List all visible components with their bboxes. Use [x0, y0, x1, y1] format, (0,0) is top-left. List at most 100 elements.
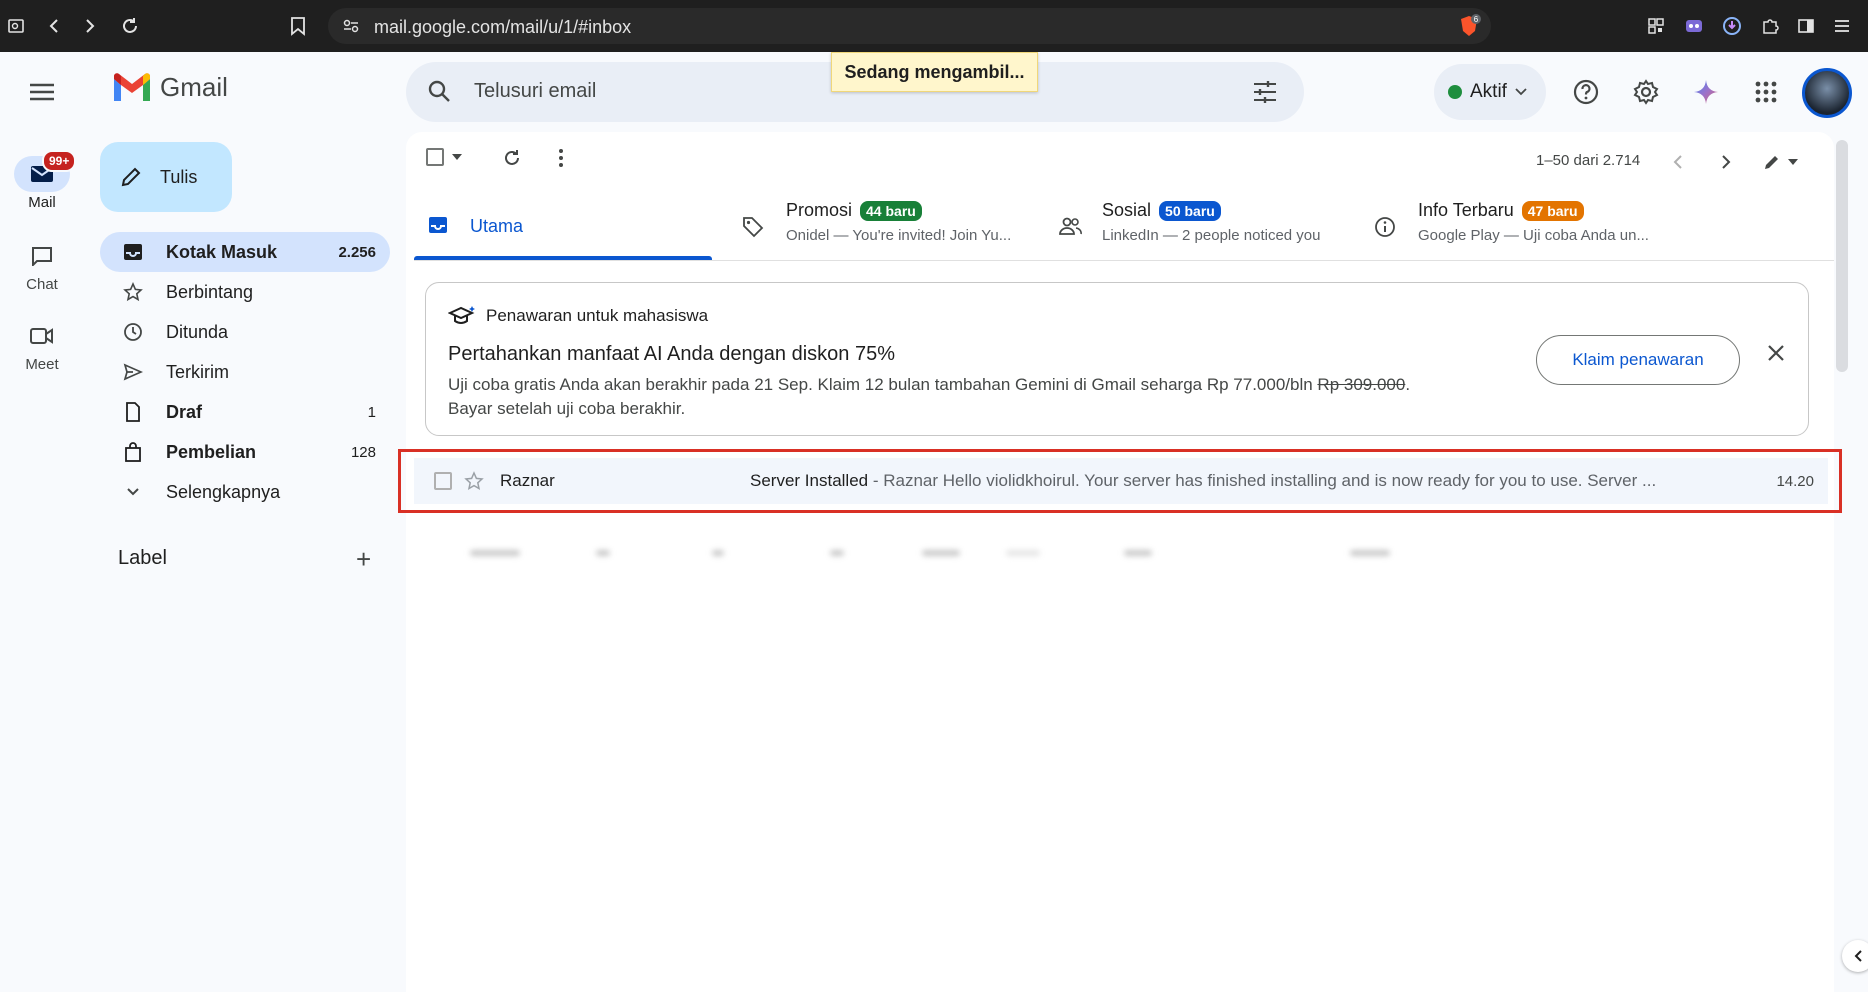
status-label: Aktif — [1470, 81, 1507, 102]
more-vert-icon[interactable] — [558, 148, 564, 168]
nav-drafts[interactable]: Draf 1 — [100, 392, 390, 432]
nav-sent-label: Terkirim — [166, 361, 229, 382]
tab-promotions-badge: 44 baru — [860, 200, 922, 221]
help-icon[interactable] — [1568, 74, 1604, 110]
loading-placeholder — [596, 550, 610, 556]
caret-down-icon — [452, 154, 462, 160]
promo-body-end: . — [1405, 375, 1411, 394]
browser-menu-icon[interactable] — [1826, 10, 1858, 42]
primary-tab-icon — [428, 216, 448, 239]
reload-icon[interactable] — [114, 10, 146, 42]
nav-more-label: Selengkapnya — [166, 481, 281, 502]
compose-button[interactable]: Tulis — [100, 142, 232, 212]
extension-icon[interactable] — [1678, 10, 1710, 42]
tab-social-label: Sosial — [1102, 200, 1152, 220]
search-icon[interactable] — [426, 78, 454, 106]
folder-nav: Kotak Masuk 2.256 Berbintang Ditunda Ter… — [100, 232, 390, 512]
tab-search-icon[interactable] — [0, 10, 32, 42]
scrollbar[interactable] — [1836, 140, 1848, 372]
chevron-down-icon — [1515, 88, 1527, 96]
brave-badge: 6 — [1474, 15, 1479, 24]
back-icon[interactable] — [38, 10, 70, 42]
nav-inbox-count: 2.256 — [338, 243, 376, 261]
tag-icon — [742, 216, 764, 243]
bookmark-icon[interactable] — [282, 10, 314, 42]
nav-purchases-count: 128 — [350, 443, 376, 461]
download-icon[interactable] — [1716, 10, 1748, 42]
loading-placeholder — [922, 550, 960, 556]
chevron-left-icon — [1854, 950, 1862, 962]
tab-primary-label: Utama — [470, 216, 524, 236]
gemini-icon[interactable] — [1688, 74, 1724, 110]
clock-icon — [122, 322, 144, 342]
rail-meet[interactable]: Meet — [12, 318, 72, 373]
people-icon — [1058, 216, 1082, 241]
forward-icon[interactable] — [74, 10, 106, 42]
claim-offer-button[interactable]: Klaim penawaran — [1536, 335, 1740, 385]
sidebar-icon[interactable] — [1790, 10, 1822, 42]
gmail-logo[interactable]: Gmail — [112, 72, 228, 103]
side-panel-toggle[interactable] — [1842, 940, 1868, 972]
tab-promotions-label: Promosi — [786, 200, 853, 220]
select-all-checkbox[interactable] — [426, 148, 462, 166]
add-label-icon[interactable]: + — [356, 544, 371, 575]
tab-social[interactable]: Sosial 50 baru LinkedIn — 2 people notice… — [1102, 200, 1321, 262]
tab-promotions-snippet: Onidel — You're invited! Join Yu... — [786, 227, 1012, 244]
loading-placeholder — [1006, 550, 1040, 556]
promo-title: Pertahankan manfaat AI Anda dengan disko… — [448, 343, 896, 365]
close-icon[interactable] — [1766, 343, 1786, 363]
browser-toolbar: mail.google.com/mail/u/1/#inbox 6 — [0, 0, 1868, 52]
loading-placeholder — [470, 550, 520, 556]
tab-updates[interactable]: Info Terbaru 47 baru Google Play — Uji co… — [1418, 200, 1649, 262]
search-input[interactable] — [474, 80, 1174, 103]
puzzle-icon[interactable] — [1754, 10, 1786, 42]
prev-page-icon[interactable] — [1672, 154, 1684, 170]
nav-sent[interactable]: Terkirim — [100, 352, 390, 392]
draft-icon — [122, 402, 144, 422]
student-offer-banner: Penawaran untuk mahasiswa Pertahankan ma… — [425, 282, 1809, 436]
refresh-icon[interactable] — [502, 148, 522, 168]
loading-placeholder — [1124, 550, 1152, 556]
nav-starred[interactable]: Berbintang — [100, 272, 390, 312]
gmail-m-icon — [114, 72, 150, 101]
chat-icon — [14, 238, 70, 274]
rail-chat[interactable]: Chat — [12, 238, 72, 293]
settings-gear-icon[interactable] — [1628, 74, 1664, 110]
tab-promotions[interactable]: Promosi 44 baru Onidel — You're invited! … — [786, 200, 1011, 262]
tab-updates-label: Info Terbaru — [1418, 200, 1514, 220]
apps-grid-icon[interactable] — [1748, 74, 1784, 110]
qr-icon[interactable] — [1640, 10, 1672, 42]
tab-active-indicator — [414, 256, 712, 260]
tab-updates-snippet: Google Play — Uji coba Anda un... — [1418, 227, 1649, 244]
pagination-text: 1–50 dari 2.714 — [1536, 152, 1641, 169]
brave-shield-icon[interactable]: 6 — [1457, 14, 1481, 38]
nav-drafts-count: 1 — [367, 403, 376, 421]
address-bar[interactable]: mail.google.com/mail/u/1/#inbox 6 — [328, 8, 1491, 44]
nav-more[interactable]: Selengkapnya — [100, 472, 390, 512]
promo-old-price: Rp 309.000 — [1317, 375, 1406, 394]
density-pen-icon[interactable] — [1762, 152, 1798, 172]
shopping-bag-icon — [122, 442, 144, 462]
rail-mail-label: Mail — [28, 194, 56, 211]
next-page-icon[interactable] — [1720, 154, 1732, 170]
rail-mail[interactable]: 99+ Mail — [12, 150, 77, 211]
unread-badge: 99+ — [42, 150, 77, 172]
star-icon — [122, 282, 144, 302]
tab-primary[interactable]: Utama — [470, 216, 523, 278]
nav-drafts-label: Draf — [166, 401, 203, 422]
status-dot — [1448, 85, 1462, 99]
nav-snoozed[interactable]: Ditunda — [100, 312, 390, 352]
search-options-icon[interactable] — [1252, 80, 1278, 104]
site-info-icon[interactable] — [342, 17, 360, 35]
account-avatar[interactable] — [1802, 68, 1852, 118]
nav-inbox[interactable]: Kotak Masuk 2.256 — [100, 232, 390, 272]
loading-placeholder — [712, 550, 724, 556]
status-selector[interactable]: Aktif — [1434, 64, 1546, 120]
nav-inbox-label: Kotak Masuk — [166, 241, 278, 262]
chevron-down-icon — [122, 487, 144, 497]
nav-snoozed-label: Ditunda — [166, 321, 229, 342]
main-menu-icon[interactable] — [22, 72, 62, 112]
promo-heading: Penawaran untuk mahasiswa — [486, 306, 709, 325]
promo-body: Uji coba gratis Anda akan berakhir pada … — [448, 373, 1448, 421]
nav-purchases[interactable]: Pembelian 128 — [100, 432, 390, 472]
